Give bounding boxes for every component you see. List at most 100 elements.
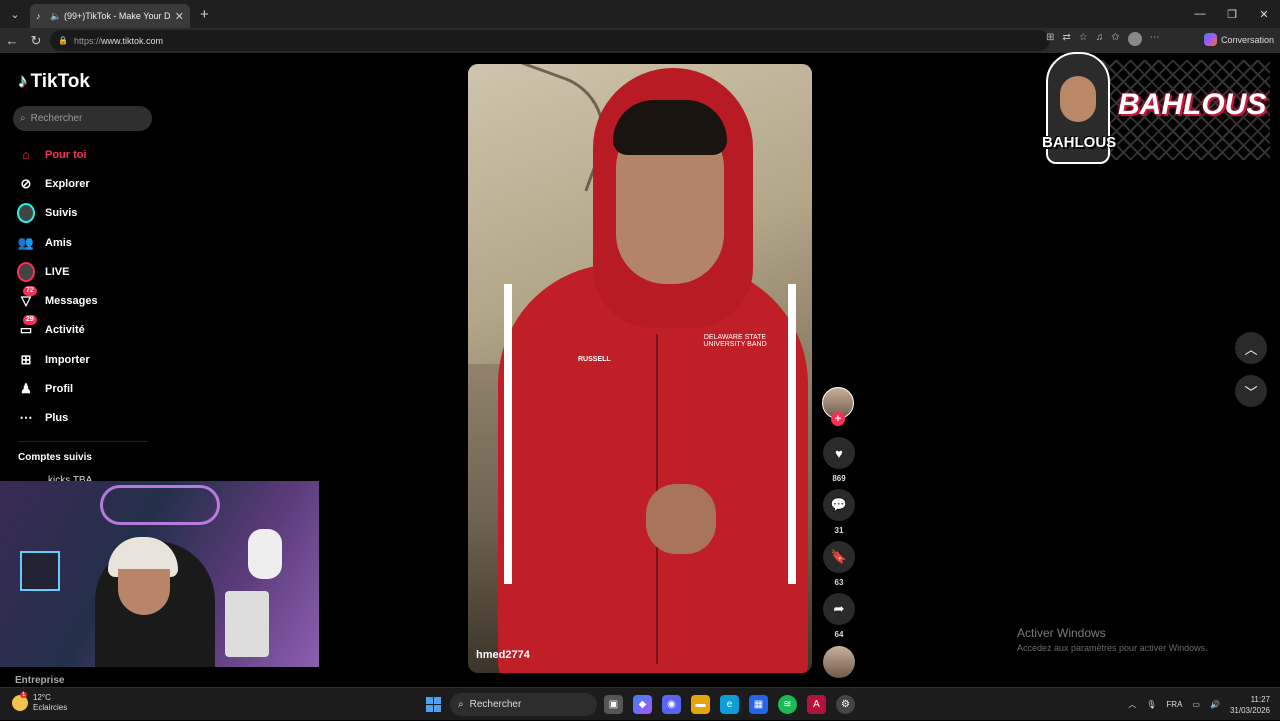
sidebar-item-label: Messages	[45, 295, 98, 308]
live-avatar-icon	[17, 261, 35, 282]
tab-title: (99+)TikTok - Make Your Day	[64, 11, 171, 21]
browser-tabbar: ⌄ ♪ 🔈 (99+)TikTok - Make Your Day ✕ + — …	[0, 0, 1280, 28]
person-hair	[613, 100, 727, 155]
logo-name-small: BAHLOUS	[1042, 134, 1117, 151]
tab-list-chevron-icon[interactable]: ⌄	[4, 4, 26, 24]
copilot-button[interactable]: Conversation	[1204, 33, 1274, 46]
cow-plush	[248, 529, 282, 579]
site-info-icon[interactable]: 🔒	[58, 36, 68, 45]
share-arrow-icon[interactable]: ➦	[823, 593, 855, 625]
favorite-star-icon[interactable]: ☆	[1079, 32, 1088, 46]
like-heart-icon[interactable]: ♥	[823, 437, 855, 469]
discord-icon[interactable]: ◉	[662, 695, 681, 714]
save-count: 63	[834, 578, 844, 587]
microphone-icon[interactable]: 🎙	[1146, 700, 1156, 709]
browser-tab-tiktok[interactable]: ♪ 🔈 (99+)TikTok - Make Your Day ✕	[30, 4, 190, 28]
file-explorer-icon[interactable]: ▬	[691, 695, 710, 714]
hoodie-brand-logo: RUSSELL	[578, 356, 611, 363]
comment-count: 31	[834, 526, 844, 535]
speaker-icon[interactable]: 🔈	[50, 11, 61, 21]
sidebar-divider	[18, 441, 148, 442]
profile-avatar-icon[interactable]	[1127, 32, 1142, 46]
system-tray: ︿ 🎙 FRA ▭ 🔊 11:27 31/03/2026	[1128, 688, 1270, 721]
volume-icon[interactable]: 🔊	[1210, 700, 1220, 709]
followed-accounts-title: Comptes suivis	[18, 452, 92, 463]
more-dots-icon[interactable]: ⋯	[1150, 32, 1160, 46]
tray-chevron-up-icon[interactable]: ︿	[1128, 699, 1136, 710]
streamer-webcam	[0, 481, 319, 667]
window-controls: — ❐ ✕	[1184, 0, 1280, 28]
next-video-chevron-down-icon[interactable]: ﹀	[1235, 375, 1267, 407]
sidebar-item-label: Plus	[45, 412, 69, 425]
messages-icon: ▽ 72	[17, 286, 37, 310]
comment-icon[interactable]: 💬	[823, 489, 855, 521]
input-language[interactable]: FRA	[1166, 700, 1182, 709]
bookmark-icon[interactable]: 🔖	[823, 541, 855, 573]
activate-subtitle: Accédez aux paramètres pour activer Wind…	[1017, 643, 1208, 653]
copilot-logo-icon	[1204, 33, 1217, 46]
start-windows-icon[interactable]	[426, 697, 441, 712]
room-fan	[225, 591, 269, 657]
sidebar-item-profil[interactable]: ♟ Profil	[0, 374, 160, 403]
sidebar-item-label: Pour toi	[45, 148, 87, 161]
translate-icon[interactable]: ⇄	[1062, 32, 1070, 46]
address-bar[interactable]: 🔒 https://www.tiktok.com	[50, 30, 1050, 51]
spotify-icon[interactable]: ≋	[778, 695, 797, 714]
close-tab-icon[interactable]: ✕	[175, 10, 184, 23]
previous-video-chevron-up-icon[interactable]: ︿	[1235, 332, 1267, 364]
weather-widget[interactable]: 1 12°C Eclaircies	[12, 692, 67, 713]
task-view-icon[interactable]: ▣	[604, 695, 623, 714]
network-icon[interactable]: ▭	[1192, 700, 1200, 709]
url-host: www.tiktok.com	[100, 35, 163, 46]
sidebar-item-pour-toi[interactable]: ⌂ Pour toi	[0, 140, 160, 169]
taskbar-search[interactable]: ⌕ Rechercher	[450, 693, 597, 716]
back-arrow-icon[interactable]: ←	[0, 30, 24, 52]
reload-icon[interactable]: ↻	[24, 30, 48, 52]
sidebar-item-plus[interactable]: ⋯ Plus	[0, 404, 160, 433]
store-icon[interactable]: ▦	[749, 695, 768, 714]
read-aloud-icon[interactable]: ♫	[1096, 32, 1104, 46]
sidebar-item-label: LIVE	[45, 265, 70, 278]
copilot-app-icon[interactable]: ◆	[633, 695, 652, 714]
sidebar-item-messages[interactable]: ▽ 72 Messages	[0, 286, 160, 315]
acrobat-icon[interactable]: A	[807, 695, 826, 714]
weather-badge: 1	[20, 692, 28, 698]
clock-time: 11:27	[1250, 694, 1270, 704]
restore-icon[interactable]: ❐	[1216, 0, 1248, 28]
compass-icon: ⊘	[20, 175, 32, 191]
like-count: 869	[832, 474, 846, 483]
close-window-icon[interactable]: ✕	[1248, 0, 1280, 28]
video-author[interactable]: hmed2774	[476, 649, 530, 661]
tiktok-favicon-icon: ♪	[36, 11, 41, 21]
sidebar-item-activite[interactable]: ▭ 29 Activité	[0, 315, 160, 345]
search-icon: ⌕	[20, 113, 26, 124]
sidebar-item-label: Importer	[45, 353, 90, 366]
tiktok-logo[interactable]: ♪ TikTok	[18, 71, 90, 93]
footer-entreprise-link[interactable]: Entreprise	[15, 675, 64, 686]
app-available-icon[interactable]: ⊞	[1046, 32, 1054, 46]
sidebar-item-suivis[interactable]: Suivis	[0, 199, 160, 228]
activate-title: Activer Windows	[1017, 626, 1106, 640]
search-input[interactable]: ⌕ Rechercher	[13, 106, 152, 131]
sidebar-item-label: Profil	[45, 383, 74, 396]
app-settings-icon[interactable]: ⚙	[836, 695, 855, 714]
share-count: 64	[834, 630, 844, 639]
follow-plus-icon[interactable]: +	[831, 412, 845, 426]
sidebar-item-explorer[interactable]: ⊘ Explorer	[0, 169, 160, 198]
sidebar-item-live[interactable]: LIVE	[0, 257, 160, 286]
clock[interactable]: 11:27 31/03/2026	[1230, 694, 1270, 716]
video-player[interactable]: RUSSELL DELAWARE STATE UNIVERSITY BAND h…	[468, 64, 812, 673]
activate-windows-watermark: Activer Windows Accédez aux paramètres p…	[1017, 626, 1208, 653]
music-disc-avatar[interactable]	[823, 646, 855, 678]
edge-browser-icon[interactable]: e	[720, 695, 739, 714]
minimize-icon[interactable]: —	[1184, 0, 1216, 28]
weather-temp: 12°C	[33, 693, 51, 702]
sidebar-item-label: Explorer	[45, 177, 90, 190]
favorites-list-icon[interactable]: ✩	[1111, 32, 1119, 46]
new-tab-plus-icon[interactable]: +	[200, 6, 209, 23]
upload-icon: ⊞	[20, 351, 32, 367]
hoodie-crest: DELAWARE STATE UNIVERSITY BAND	[703, 334, 767, 348]
sidebar-item-amis[interactable]: 👥 Amis	[0, 228, 160, 257]
more-icon: ⋯	[19, 410, 33, 426]
sidebar-item-importer[interactable]: ⊞ Importer	[0, 345, 160, 374]
